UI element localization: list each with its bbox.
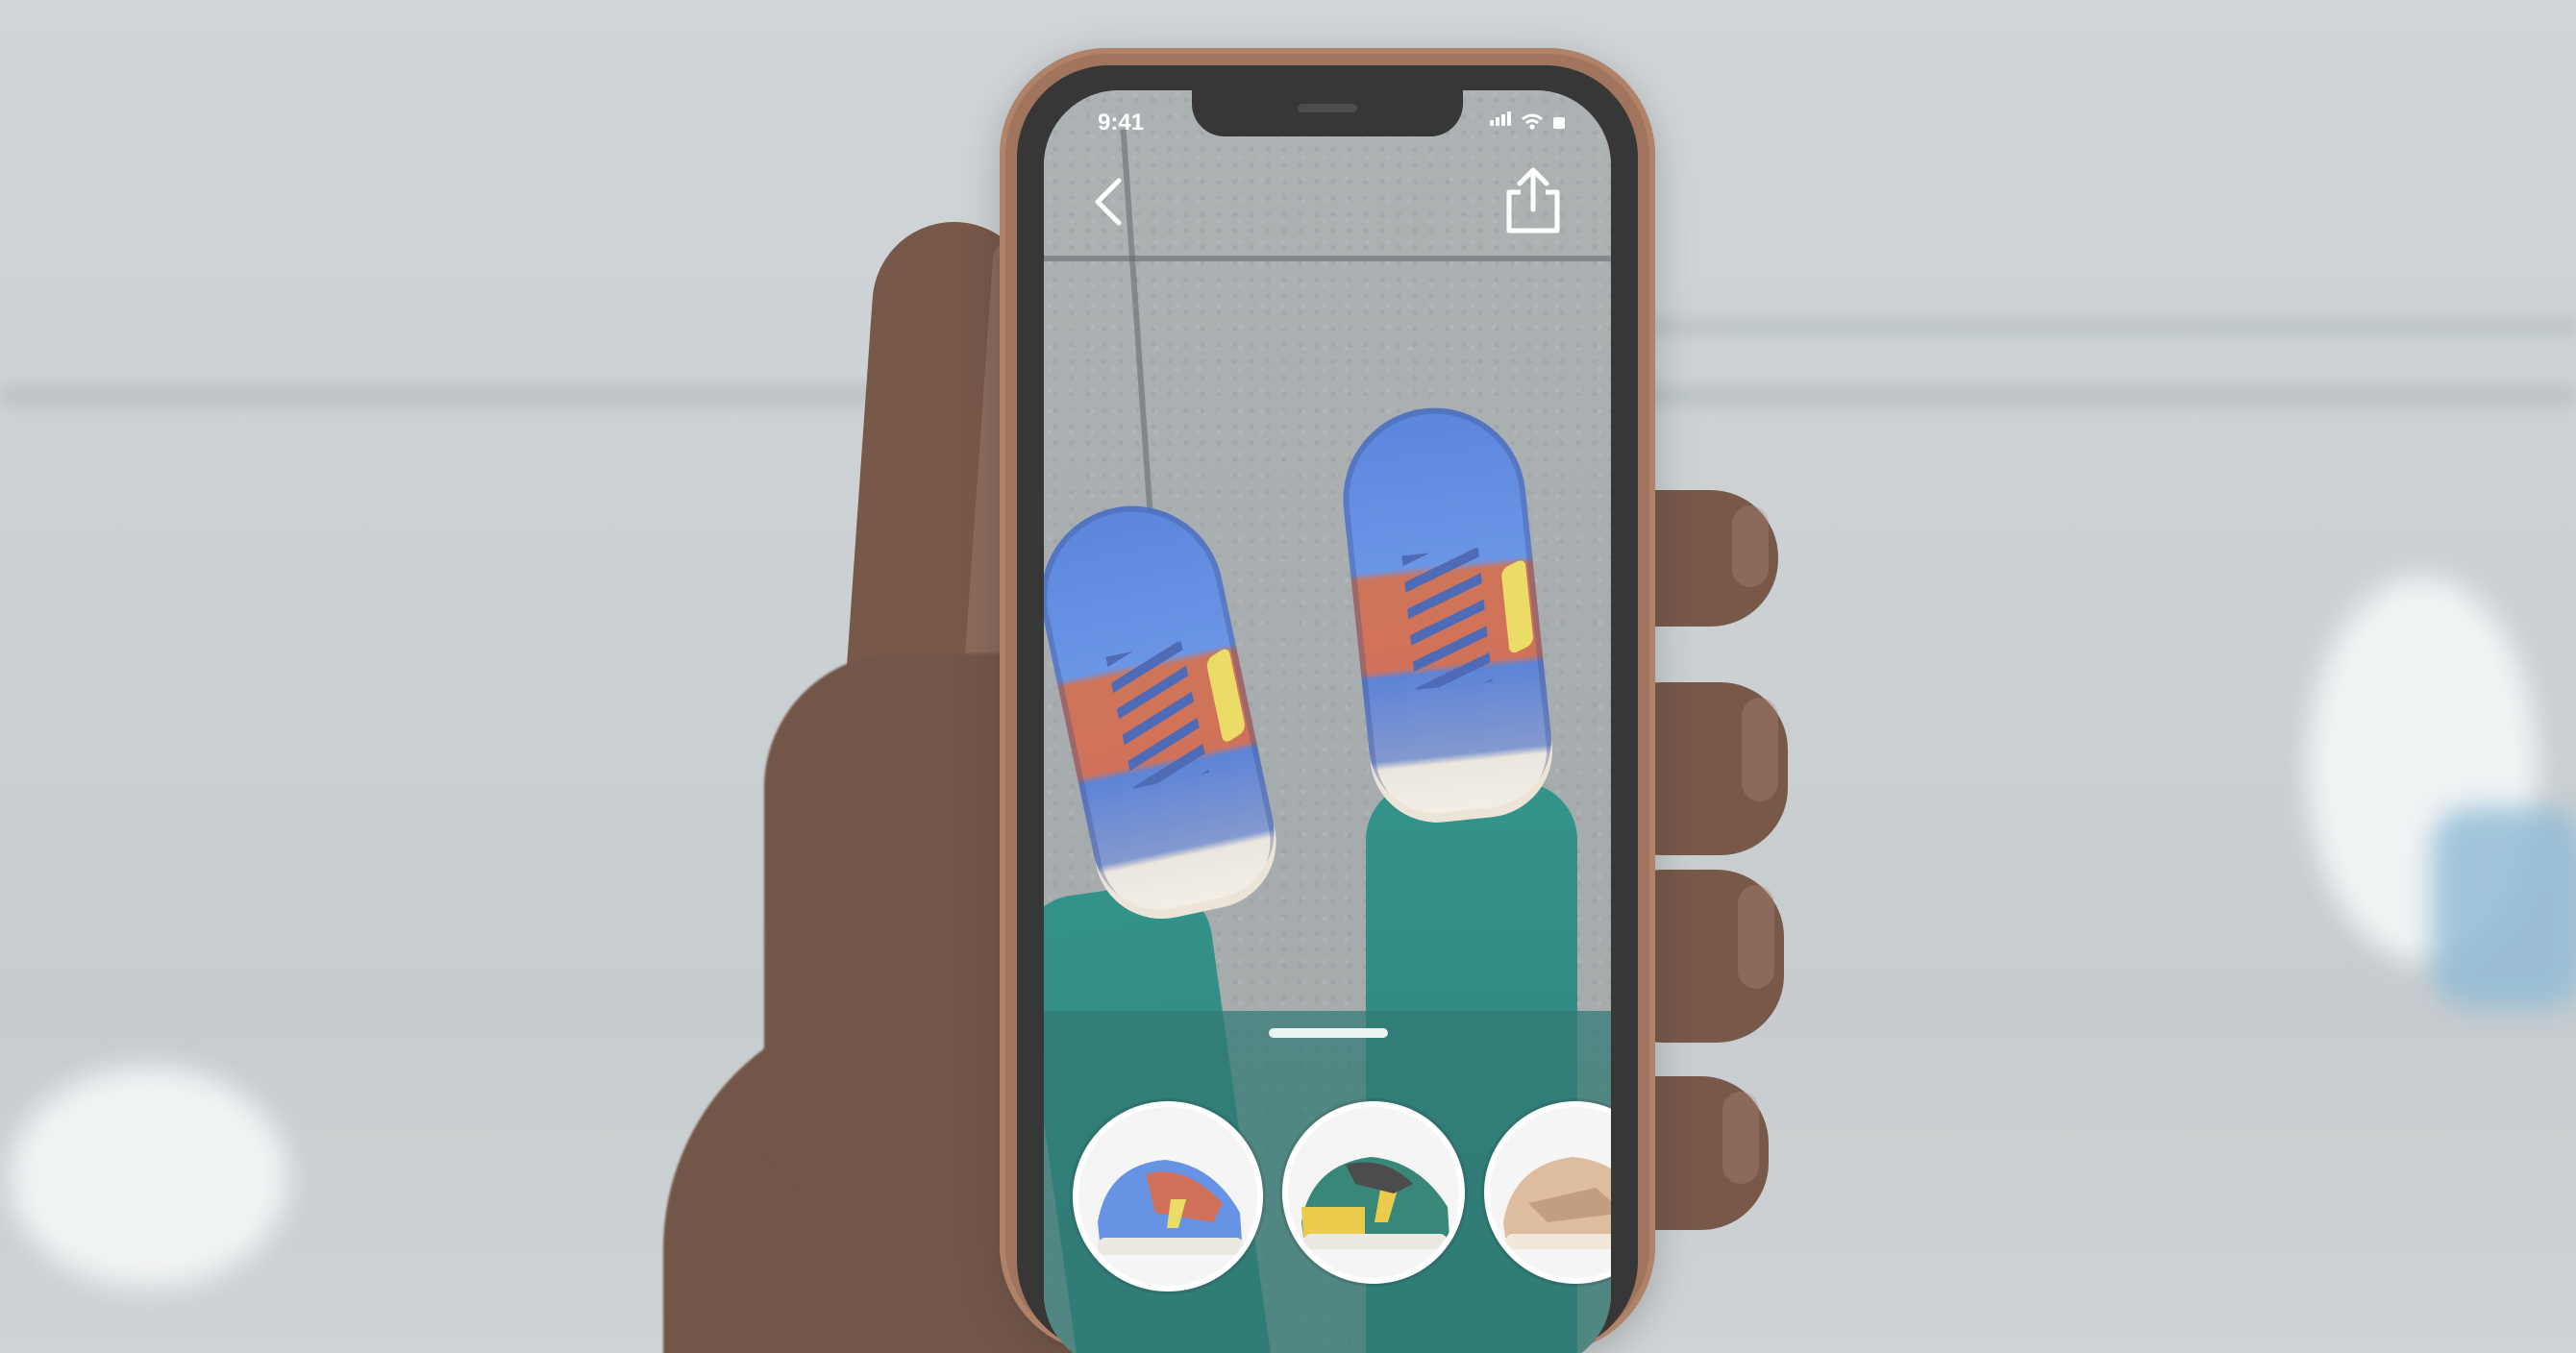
status-time: 9:41 [1098, 110, 1145, 135]
blurred-white-shoe-left [10, 1067, 288, 1288]
cellular-signal-icon [1490, 111, 1513, 131]
sneaker-thumbnail-green-icon [1301, 1157, 1449, 1249]
sneaker-n-stripe [1500, 557, 1534, 656]
phone: 9:41 [1000, 48, 1655, 1353]
sneaker-laces [1401, 548, 1493, 690]
swatch-sneaker-1[interactable] [1078, 1107, 1257, 1286]
sneaker-n-stripe [1205, 646, 1247, 745]
status-icons [1490, 111, 1567, 131]
back-button[interactable] [1082, 173, 1140, 231]
sneaker-laces [1105, 641, 1209, 789]
share-icon [1506, 167, 1560, 234]
swatch-sneaker-2[interactable] [1288, 1107, 1459, 1278]
sneaker-thumbnail-blue-icon [1098, 1160, 1244, 1255]
wifi-icon [1522, 113, 1543, 130]
product-tray [1044, 1011, 1611, 1353]
swatch-sneaker-3[interactable] [1490, 1107, 1611, 1278]
ar-sneaker-right [1334, 399, 1559, 829]
photo-scene: 9:41 [0, 0, 2576, 1353]
blurred-jeans-leg [2432, 807, 2576, 1009]
sneaker-thumbnail-tan-icon [1503, 1157, 1611, 1249]
status-bar: 9:41 [1044, 90, 1611, 154]
phone-screen: 9:41 [1044, 90, 1611, 1353]
ar-sneaker-left [1044, 488, 1289, 932]
pavement-seam [1634, 317, 2576, 336]
chevron-left-icon [1095, 178, 1122, 226]
phone-notch [1192, 90, 1463, 136]
tray-grabber[interactable] [1269, 1028, 1388, 1038]
battery-icon [1553, 117, 1565, 129]
share-button[interactable] [1501, 165, 1565, 236]
